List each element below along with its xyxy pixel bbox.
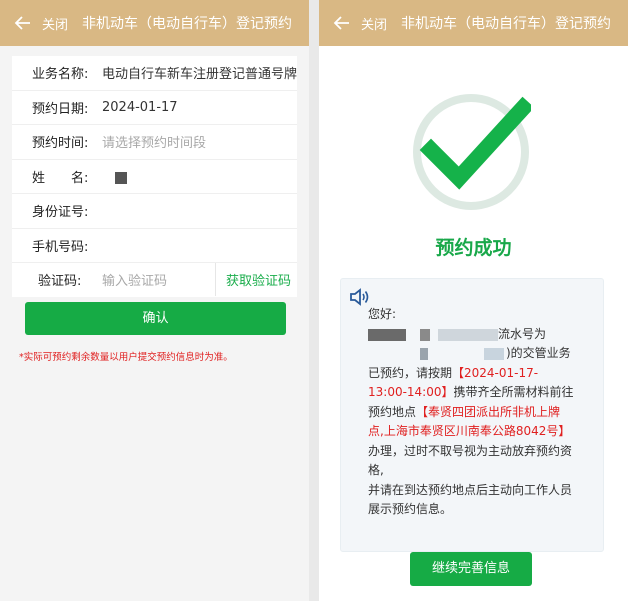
id-row: 身份证号:	[12, 194, 297, 229]
back-arrow-icon[interactable]	[14, 15, 32, 31]
speaker-icon	[350, 288, 369, 306]
page-title: 非机动车（电动自行车）登记预约	[401, 16, 612, 32]
message-card: 您好: 流水号为 )的交管业务 已预约，请按期【2024-01-17- 13:0…	[340, 278, 604, 552]
id-label: 身份证号:	[32, 205, 89, 221]
header-bar: 关闭 非机动车（电动自行车）登记预约	[319, 0, 628, 46]
business-label: 业务名称:	[32, 67, 89, 83]
code-input[interactable]: 输入验证码	[102, 270, 215, 289]
time-select[interactable]: 请选择预约时间段	[102, 132, 297, 151]
confirm-button[interactable]: 确认	[25, 302, 286, 335]
greeting: 您好:	[368, 307, 397, 321]
code-row: 验证码: 输入验证码 获取验证码	[12, 263, 297, 297]
date-label: 预约日期:	[32, 101, 89, 117]
msg-line-1: 流水号为	[368, 325, 582, 345]
phone-label: 手机号码:	[32, 239, 89, 255]
appointment-message: 您好: 流水号为 )的交管业务 已预约，请按期【2024-01-17- 13:0…	[368, 305, 582, 520]
msg-line-4: 13:00-14:00】携带齐全所需材料前往	[368, 385, 574, 399]
close-button[interactable]: 关闭	[42, 14, 68, 33]
appointment-form: 业务名称: 电动自行车新车注册登记普通号牌 预约日期: 2024-01-17 预…	[12, 56, 297, 297]
phone-row: 手机号码:	[12, 229, 297, 263]
msg-line-2: )的交管业务	[368, 344, 582, 364]
name-label: 姓 名:	[32, 170, 89, 186]
time-label: 预约时间:	[32, 136, 89, 152]
close-button[interactable]: 关闭	[361, 14, 387, 33]
msg-line-8: 并请在到达预约地点后主动向工作人员展示预约信息。	[368, 482, 573, 517]
success-title: 预约成功	[435, 237, 512, 259]
time-row[interactable]: 预约时间: 请选择预约时间段	[12, 125, 297, 160]
name-row: 姓 名:	[12, 160, 297, 194]
business-row: 业务名称: 电动自行车新车注册登记普通号牌	[12, 56, 297, 91]
back-arrow-icon[interactable]	[333, 15, 351, 31]
msg-line-5: 预约地点【奉贤四团派出所非机上牌	[368, 404, 561, 419]
msg-line-6: 点,上海市奉贤区川南奉公路8042号】	[368, 424, 571, 438]
availability-notice: *实际可预约剩余数量以用户提交预约信息时为准。	[19, 352, 233, 363]
business-value: 电动自行车新车注册登记普通号牌	[102, 67, 297, 83]
continue-info-button[interactable]: 继续完善信息	[410, 552, 532, 586]
success-check-icon	[413, 94, 531, 210]
msg-line-3: 已预约，请按期【2024-01-17-	[368, 365, 539, 380]
page-title: 非机动车（电动自行车）登记预约	[82, 16, 293, 32]
date-row[interactable]: 预约日期: 2024-01-17	[12, 91, 297, 125]
date-value[interactable]: 2024-01-17	[102, 100, 297, 115]
msg-line-7: 办理，过时不取号视为主动放弃预约资格,	[368, 443, 573, 478]
left-screen: 关闭 非机动车（电动自行车）登记预约 业务名称: 电动自行车新车注册登记普通号牌…	[0, 0, 309, 601]
header-bar: 关闭 非机动车（电动自行车）登记预约	[0, 0, 309, 46]
divider	[214, 263, 216, 297]
get-code-button[interactable]: 获取验证码	[226, 270, 297, 289]
code-label: 验证码:	[38, 274, 82, 290]
